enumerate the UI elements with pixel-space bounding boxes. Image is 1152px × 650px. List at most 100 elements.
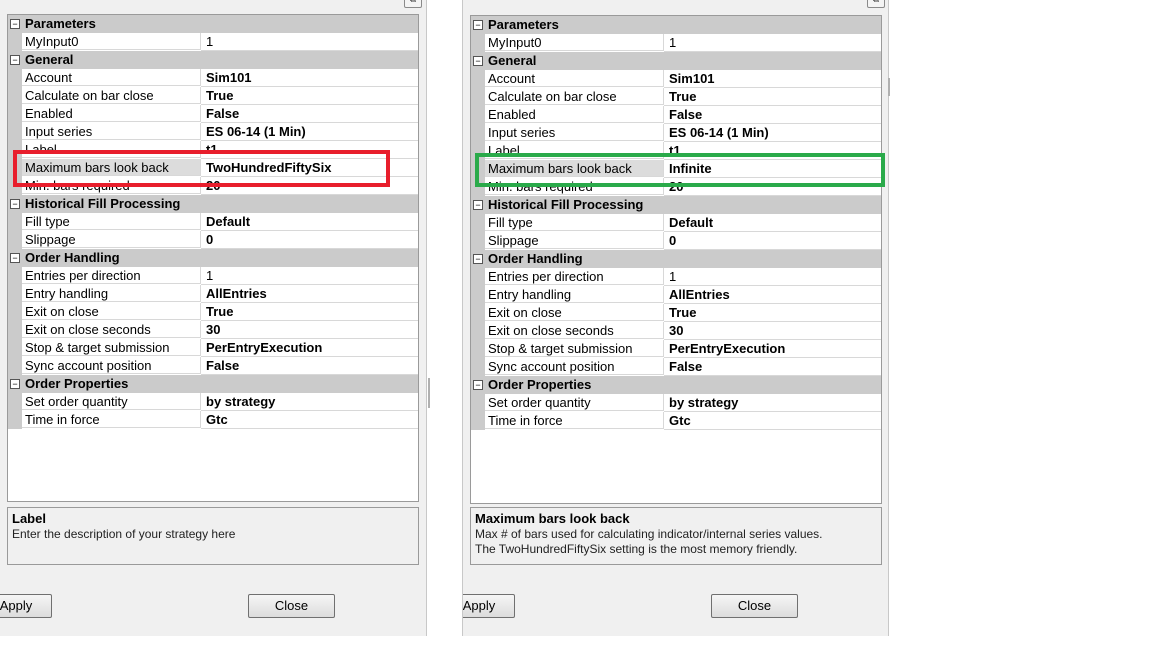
category-row[interactable]: − General bbox=[471, 52, 881, 70]
property-row[interactable]: Entries per direction 1 bbox=[8, 267, 418, 285]
property-value[interactable]: 20 bbox=[201, 177, 418, 195]
property-value[interactable]: PerEntryExecution bbox=[664, 340, 881, 358]
property-value[interactable]: PerEntryExecution bbox=[201, 339, 418, 357]
property-value[interactable]: False bbox=[664, 106, 881, 124]
close-button[interactable]: Close bbox=[711, 594, 798, 618]
category-row[interactable]: − Order Handling bbox=[471, 250, 881, 268]
property-row[interactable]: Set order quantity by strategy bbox=[471, 394, 881, 412]
category-row[interactable]: − Order Properties bbox=[471, 376, 881, 394]
property-value[interactable]: 1 bbox=[664, 34, 881, 52]
property-row[interactable]: Calculate on bar close True bbox=[8, 87, 418, 105]
property-row[interactable]: Fill type Default bbox=[8, 213, 418, 231]
property-row[interactable]: Min. bars required 20 bbox=[8, 177, 418, 195]
property-value[interactable]: 20 bbox=[664, 178, 881, 196]
minus-box-icon[interactable]: − bbox=[10, 19, 20, 29]
property-row[interactable]: Entry handling AllEntries bbox=[8, 285, 418, 303]
property-value[interactable]: Gtc bbox=[201, 411, 418, 429]
minus-box-icon[interactable]: − bbox=[10, 55, 20, 65]
property-value[interactable]: ES 06-14 (1 Min) bbox=[201, 123, 418, 141]
category-row[interactable]: − Historical Fill Processing bbox=[8, 195, 418, 213]
property-row[interactable]: Time in force Gtc bbox=[471, 412, 881, 430]
property-value[interactable]: 0 bbox=[201, 231, 418, 249]
property-value[interactable]: t1 bbox=[664, 142, 881, 160]
minus-box-icon[interactable]: − bbox=[473, 380, 483, 390]
property-value[interactable]: 1 bbox=[201, 267, 418, 285]
property-row[interactable]: Stop & target submission PerEntryExecutio… bbox=[8, 339, 418, 357]
property-row[interactable]: Maximum bars look back TwoHundredFiftySix bbox=[8, 159, 418, 177]
property-row[interactable]: Entry handling AllEntries bbox=[471, 286, 881, 304]
property-row[interactable]: Slippage 0 bbox=[471, 232, 881, 250]
property-value[interactable]: False bbox=[201, 105, 418, 123]
property-row[interactable]: Maximum bars look back Infinite bbox=[471, 160, 881, 178]
property-row[interactable]: Set order quantity by strategy bbox=[8, 393, 418, 411]
property-row[interactable]: Exit on close seconds 30 bbox=[8, 321, 418, 339]
property-row[interactable]: Stop & target submission PerEntryExecutio… bbox=[471, 340, 881, 358]
restore-icon[interactable]: ⧉ bbox=[404, 0, 422, 8]
property-row[interactable]: Calculate on bar close True bbox=[471, 88, 881, 106]
property-value[interactable]: t1 bbox=[201, 141, 418, 159]
property-row[interactable]: Account Sim101 bbox=[471, 70, 881, 88]
property-value[interactable]: 30 bbox=[664, 322, 881, 340]
minus-box-icon[interactable]: − bbox=[473, 56, 483, 66]
property-row[interactable]: Fill type Default bbox=[471, 214, 881, 232]
property-row[interactable]: Input series ES 06-14 (1 Min) bbox=[471, 124, 881, 142]
property-value[interactable]: Sim101 bbox=[201, 69, 418, 87]
property-value[interactable]: AllEntries bbox=[664, 286, 881, 304]
property-row[interactable]: Enabled False bbox=[8, 105, 418, 123]
category-row[interactable]: − Order Handling bbox=[8, 249, 418, 267]
property-value[interactable]: False bbox=[664, 358, 881, 376]
category-row[interactable]: − Order Properties bbox=[8, 375, 418, 393]
property-row[interactable]: MyInput0 1 bbox=[471, 34, 881, 52]
property-value[interactable]: 1 bbox=[201, 33, 418, 51]
property-row[interactable]: Min. bars required 20 bbox=[471, 178, 881, 196]
window-edge-fragment bbox=[428, 378, 430, 408]
property-row[interactable]: Sync account position False bbox=[8, 357, 418, 375]
property-row[interactable]: Exit on close True bbox=[8, 303, 418, 321]
property-value[interactable]: AllEntries bbox=[201, 285, 418, 303]
property-row[interactable]: MyInput0 1 bbox=[8, 33, 418, 51]
minus-box-icon[interactable]: − bbox=[10, 199, 20, 209]
property-value[interactable]: Infinite bbox=[664, 160, 881, 178]
category-row[interactable]: − Parameters bbox=[8, 15, 418, 33]
close-button[interactable]: Close bbox=[248, 594, 335, 618]
property-row[interactable]: Account Sim101 bbox=[8, 69, 418, 87]
property-value[interactable]: Default bbox=[201, 213, 418, 231]
property-value[interactable]: TwoHundredFiftySix bbox=[201, 159, 418, 177]
property-value[interactable]: by strategy bbox=[664, 394, 881, 412]
property-value[interactable]: by strategy bbox=[201, 393, 418, 411]
minus-box-icon[interactable]: − bbox=[10, 379, 20, 389]
property-value[interactable]: 30 bbox=[201, 321, 418, 339]
property-row[interactable]: Enabled False bbox=[471, 106, 881, 124]
property-value[interactable]: True bbox=[201, 303, 418, 321]
property-value[interactable]: False bbox=[201, 357, 418, 375]
property-row[interactable]: Label t1 bbox=[8, 141, 418, 159]
restore-icon[interactable]: ⧉ bbox=[867, 0, 885, 8]
minus-box-icon[interactable]: − bbox=[473, 20, 483, 30]
property-value[interactable]: 1 bbox=[664, 268, 881, 286]
property-value[interactable]: True bbox=[201, 87, 418, 105]
property-value[interactable]: 0 bbox=[664, 232, 881, 250]
property-row[interactable]: Entries per direction 1 bbox=[471, 268, 881, 286]
category-row[interactable]: − General bbox=[8, 51, 418, 69]
property-value[interactable]: Default bbox=[664, 214, 881, 232]
property-row[interactable]: Sync account position False bbox=[471, 358, 881, 376]
property-value[interactable]: True bbox=[664, 88, 881, 106]
minus-box-icon[interactable]: − bbox=[473, 200, 483, 210]
minus-box-icon[interactable]: − bbox=[10, 253, 20, 263]
apply-button[interactable]: Apply bbox=[463, 594, 515, 618]
property-value[interactable]: True bbox=[664, 304, 881, 322]
property-row[interactable]: Exit on close seconds 30 bbox=[471, 322, 881, 340]
category-row[interactable]: − Historical Fill Processing bbox=[471, 196, 881, 214]
property-value[interactable]: Gtc bbox=[664, 412, 881, 430]
property-row[interactable]: Time in force Gtc bbox=[8, 411, 418, 429]
property-row[interactable]: Input series ES 06-14 (1 Min) bbox=[8, 123, 418, 141]
property-value[interactable]: Sim101 bbox=[664, 70, 881, 88]
minus-box-icon[interactable]: − bbox=[473, 254, 483, 264]
category-row[interactable]: − Parameters bbox=[471, 16, 881, 34]
apply-button[interactable]: Apply bbox=[0, 594, 52, 618]
property-row[interactable]: Exit on close True bbox=[471, 304, 881, 322]
property-name: Entries per direction bbox=[22, 267, 201, 284]
property-row[interactable]: Label t1 bbox=[471, 142, 881, 160]
property-value[interactable]: ES 06-14 (1 Min) bbox=[664, 124, 881, 142]
property-row[interactable]: Slippage 0 bbox=[8, 231, 418, 249]
